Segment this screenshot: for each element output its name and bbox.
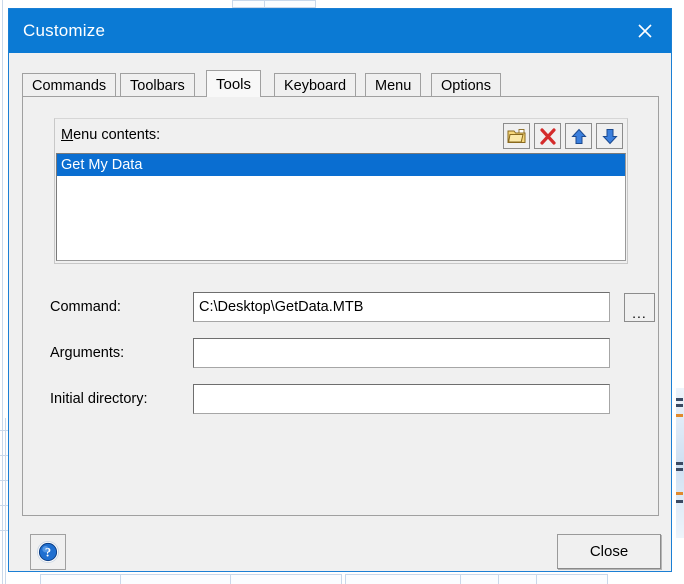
tab-commands[interactable]: Commands <box>22 73 117 97</box>
screenshot-root: Customize Commands Toolbars Tools Keyboa… <box>0 0 684 584</box>
command-input[interactable]: C:\Desktop\GetData.MTB <box>193 292 610 322</box>
background-gridline <box>0 430 8 431</box>
tab-menu[interactable]: Menu <box>365 73 422 97</box>
tab-options[interactable]: Options <box>431 73 501 97</box>
command-browse-button[interactable]: ... <box>624 293 655 322</box>
tab-strip: Commands Toolbars Tools Keyboard Menu Op… <box>22 70 658 97</box>
background-item <box>676 414 683 417</box>
background-item <box>676 398 683 401</box>
delete-button[interactable] <box>534 123 561 149</box>
customize-dialog: Customize Commands Toolbars Tools Keyboa… <box>8 8 672 572</box>
arrow-up-icon <box>570 128 587 144</box>
dialog-footer: ? Close <box>9 522 671 584</box>
background-item <box>676 500 683 503</box>
arguments-input[interactable] <box>193 338 610 368</box>
tab-toolbars[interactable]: Toolbars <box>120 73 195 97</box>
menu-contents-toolbar <box>503 123 623 149</box>
background-gridline <box>0 480 8 481</box>
tools-tab-panel: Menu contents: Get My Data Command: C:\D… <box>22 96 659 516</box>
list-item[interactable]: Get My Data <box>57 154 625 176</box>
background-gridline <box>2 0 3 584</box>
help-question-icon: ? <box>37 541 59 563</box>
tab-label: Commands <box>32 77 107 94</box>
dialog-titlebar: Customize <box>9 9 671 53</box>
command-row: Command: C:\Desktop\GetData.MTB ... <box>23 292 658 322</box>
tab-keyboard[interactable]: Keyboard <box>274 73 357 97</box>
background-item <box>676 404 683 407</box>
menu-contents-label: Menu contents: <box>61 127 160 143</box>
help-button[interactable]: ? <box>30 534 66 570</box>
folder-icon <box>507 129 526 143</box>
tab-label: Menu <box>375 77 412 94</box>
close-button[interactable]: Close <box>557 534 661 569</box>
menu-contents-listbox[interactable]: Get My Data <box>56 153 626 261</box>
background-cell <box>232 0 266 8</box>
initial-directory-label: Initial directory: <box>50 391 148 407</box>
background-gridline <box>5 418 6 584</box>
menu-contents-label-rest: enu contents: <box>73 127 161 143</box>
initial-directory-row: Initial directory: <box>23 384 658 414</box>
background-item <box>676 462 683 465</box>
tab-tools[interactable]: Tools <box>206 70 262 97</box>
dialog-title: Customize <box>23 21 106 40</box>
menu-contents-mnemonic: M <box>61 127 74 143</box>
background-gridline <box>0 505 8 506</box>
move-up-button[interactable] <box>565 123 592 149</box>
tab-label: Options <box>441 77 491 94</box>
command-label: Command: <box>50 299 121 315</box>
tab-label: Keyboard <box>284 77 347 94</box>
new-item-button[interactable] <box>503 123 530 149</box>
background-gridline <box>0 530 8 531</box>
tab-label: Toolbars <box>130 77 185 94</box>
close-x-icon[interactable] <box>619 9 671 53</box>
move-down-button[interactable] <box>596 123 623 149</box>
svg-text:?: ? <box>45 546 51 560</box>
initial-directory-input[interactable] <box>193 384 610 414</box>
background-item <box>676 468 683 471</box>
background-cell <box>264 0 316 8</box>
tab-label: Tools <box>216 75 252 93</box>
arguments-label: Arguments: <box>50 345 125 361</box>
dialog-body: Commands Toolbars Tools Keyboard Menu Op… <box>9 53 671 571</box>
menu-contents-group: Menu contents: Get My Data <box>54 118 628 264</box>
red-x-icon <box>539 127 556 145</box>
arrow-down-icon <box>601 128 618 144</box>
arguments-row: Arguments: <box>23 338 658 368</box>
background-gridline <box>0 455 8 456</box>
background-item <box>676 492 683 495</box>
